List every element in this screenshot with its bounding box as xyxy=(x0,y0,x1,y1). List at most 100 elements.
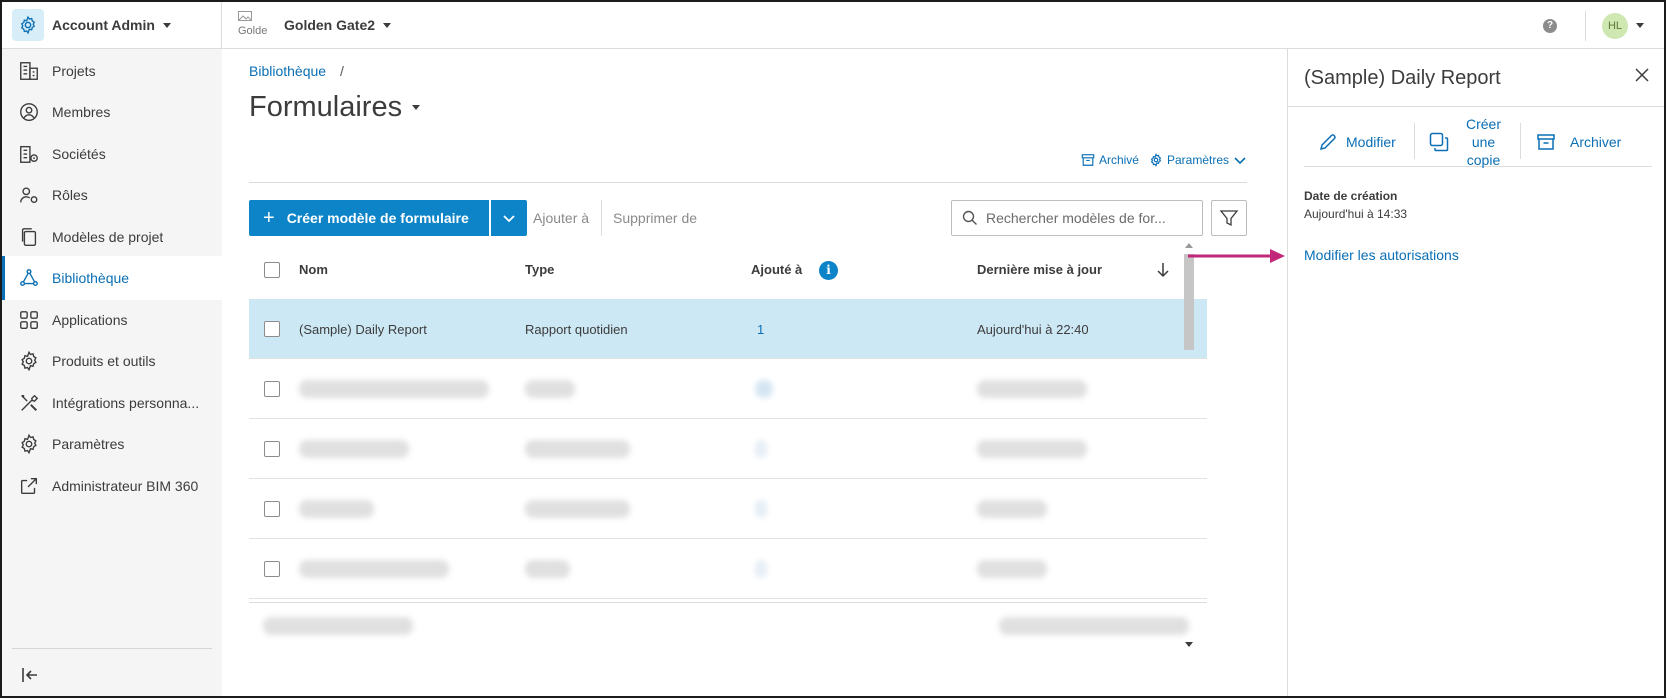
panel-title: (Sample) Daily Report xyxy=(1304,67,1501,89)
user-circle-icon xyxy=(20,103,38,121)
chevron-down-icon xyxy=(1234,157,1246,165)
chevron-down-icon xyxy=(412,105,421,110)
sidebar-item-applications[interactable]: Applications xyxy=(2,298,222,342)
sidebar-item-label: Intégrations personna... xyxy=(52,395,200,411)
redacted-text xyxy=(755,440,767,458)
row-added-to[interactable]: 1 xyxy=(757,322,764,337)
table-header: Nom Type Ajouté à i Dernière mise à jour xyxy=(249,242,1207,299)
sidebar-item-membres[interactable]: Membres xyxy=(2,90,222,134)
sidebar-item-label: Projets xyxy=(52,63,96,79)
sidebar-item-societes[interactable]: Sociétés xyxy=(2,132,222,176)
sort-arrow-icon[interactable] xyxy=(1156,262,1170,278)
account-switcher[interactable]: Account Admin xyxy=(2,2,222,48)
project-thumbnail: Golde xyxy=(238,9,270,41)
divider xyxy=(1288,106,1664,107)
redacted-text xyxy=(977,500,1047,518)
row-name: (Sample) Daily Report xyxy=(299,322,427,337)
top-right-controls: ? HL xyxy=(1543,2,1644,49)
settings-link[interactable]: Paramètres xyxy=(1167,153,1229,167)
table-row[interactable] xyxy=(249,359,1207,419)
column-header-name[interactable]: Nom xyxy=(299,262,328,277)
breadcrumb-link-bibliotheque[interactable]: Bibliothèque xyxy=(249,63,326,79)
panel-actions: Modifier Créer une copie Archiver xyxy=(1304,116,1652,168)
company-icon xyxy=(20,145,38,163)
sidebar-item-bibliotheque[interactable]: Bibliothèque xyxy=(2,256,222,300)
redacted-text xyxy=(755,380,773,398)
gear-icon xyxy=(12,9,44,41)
sidebar-item-label: Bibliothèque xyxy=(52,270,130,286)
avatar[interactable]: HL xyxy=(1602,12,1628,39)
project-name: Golden Gate2 xyxy=(284,17,376,33)
archived-link[interactable]: Archivé xyxy=(1099,153,1139,167)
archive-label: Archiver xyxy=(1570,134,1622,150)
redacted-text xyxy=(999,617,1189,635)
row-type: Rapport quotidien xyxy=(525,322,628,337)
table-row[interactable] xyxy=(249,539,1207,599)
copy-icon xyxy=(21,228,37,246)
page-title[interactable]: Formulaires xyxy=(249,91,421,124)
created-date-value: Aujourd'hui à 14:33 xyxy=(1304,207,1408,221)
column-header-added-to[interactable]: Ajouté à xyxy=(751,262,802,277)
sidebar-item-administrateur-bim-360[interactable]: Administrateur BIM 360 xyxy=(2,464,222,508)
info-icon[interactable]: i xyxy=(819,261,838,280)
row-checkbox[interactable] xyxy=(264,321,280,337)
remove-from-button[interactable]: Supprimer de xyxy=(613,210,697,226)
sidebar-item-modeles-de-projet[interactable]: Modèles de projet xyxy=(2,215,222,259)
chevron-down-icon xyxy=(503,215,515,223)
help-icon[interactable]: ? xyxy=(1543,18,1557,33)
sidebar-item-roles[interactable]: Rôles xyxy=(2,173,222,217)
column-header-type[interactable]: Type xyxy=(525,262,554,277)
role-icon xyxy=(20,187,38,204)
forms-table: Nom Type Ajouté à i Dernière mise à jour… xyxy=(249,242,1207,648)
sidebar-item-integrations[interactable]: Intégrations personna... xyxy=(2,381,222,425)
sidebar-item-label: Rôles xyxy=(52,187,88,203)
sidebar-item-parametres[interactable]: Paramètres xyxy=(2,422,222,466)
redacted-text xyxy=(525,560,570,578)
redacted-text xyxy=(299,500,374,518)
table-row[interactable]: (Sample) Daily Report Rapport quotidien … xyxy=(249,299,1207,359)
row-checkbox[interactable] xyxy=(264,561,280,577)
created-date-label: Date de création xyxy=(1304,189,1398,203)
table-row[interactable] xyxy=(249,419,1207,479)
divider xyxy=(249,182,1247,183)
row-checkbox[interactable] xyxy=(264,441,280,457)
archive-button[interactable]: Archiver xyxy=(1536,119,1621,165)
select-all-checkbox[interactable] xyxy=(264,262,280,278)
column-header-last-update[interactable]: Dernière mise à jour xyxy=(977,262,1102,277)
table-row[interactable] xyxy=(249,479,1207,539)
redacted-text xyxy=(977,440,1087,458)
edit-permissions-link[interactable]: Modifier les autorisations xyxy=(1304,247,1459,263)
plus-icon: + xyxy=(263,206,275,229)
close-icon[interactable] xyxy=(1634,67,1650,83)
redacted-text xyxy=(299,560,449,578)
toolbar: + Créer modèle de formulaire Ajouter à S… xyxy=(249,200,1247,236)
add-to-button[interactable]: Ajouter à xyxy=(533,210,589,226)
search-icon xyxy=(962,210,977,225)
header-links: Archivé Paramètres xyxy=(1081,153,1247,167)
copy-icon xyxy=(1429,132,1449,152)
app-window: Account Admin Golde Golden Gate2 ? HL Pr… xyxy=(0,0,1666,698)
create-dropdown-button[interactable] xyxy=(491,200,527,236)
sidebar: Projets Membres Sociétés Rôles Modèles d… xyxy=(2,49,222,696)
create-form-template-button[interactable]: + Créer modèle de formulaire xyxy=(249,200,489,236)
sidebar-item-projets[interactable]: Projets xyxy=(2,49,222,93)
create-copy-button[interactable]: Créer une copie xyxy=(1428,116,1501,168)
create-copy-label-line-1: Créer xyxy=(1466,116,1502,132)
top-bar: Account Admin Golde Golden Gate2 ? HL xyxy=(2,2,1664,49)
collapse-sidebar-icon[interactable] xyxy=(20,665,40,685)
row-checkbox[interactable] xyxy=(264,381,280,397)
search-input[interactable]: Rechercher modèles de for... xyxy=(951,200,1203,236)
project-switcher[interactable]: Golde Golden Gate2 xyxy=(238,9,392,41)
edit-label: Modifier xyxy=(1346,134,1396,150)
sidebar-item-label: Membres xyxy=(52,104,111,120)
scroll-down-icon[interactable] xyxy=(1185,642,1193,648)
scroll-thumb[interactable] xyxy=(1184,254,1194,350)
sidebar-item-label: Applications xyxy=(52,312,128,328)
edit-button[interactable]: Modifier xyxy=(1318,119,1396,165)
sidebar-item-produits-et-outils[interactable]: Produits et outils xyxy=(2,339,222,383)
row-checkbox[interactable] xyxy=(264,501,280,517)
chevron-down-icon[interactable] xyxy=(1636,23,1644,28)
filter-button[interactable] xyxy=(1211,200,1247,236)
table-scrollbar[interactable] xyxy=(1182,242,1196,648)
project-image-alt: Golde xyxy=(238,25,268,37)
